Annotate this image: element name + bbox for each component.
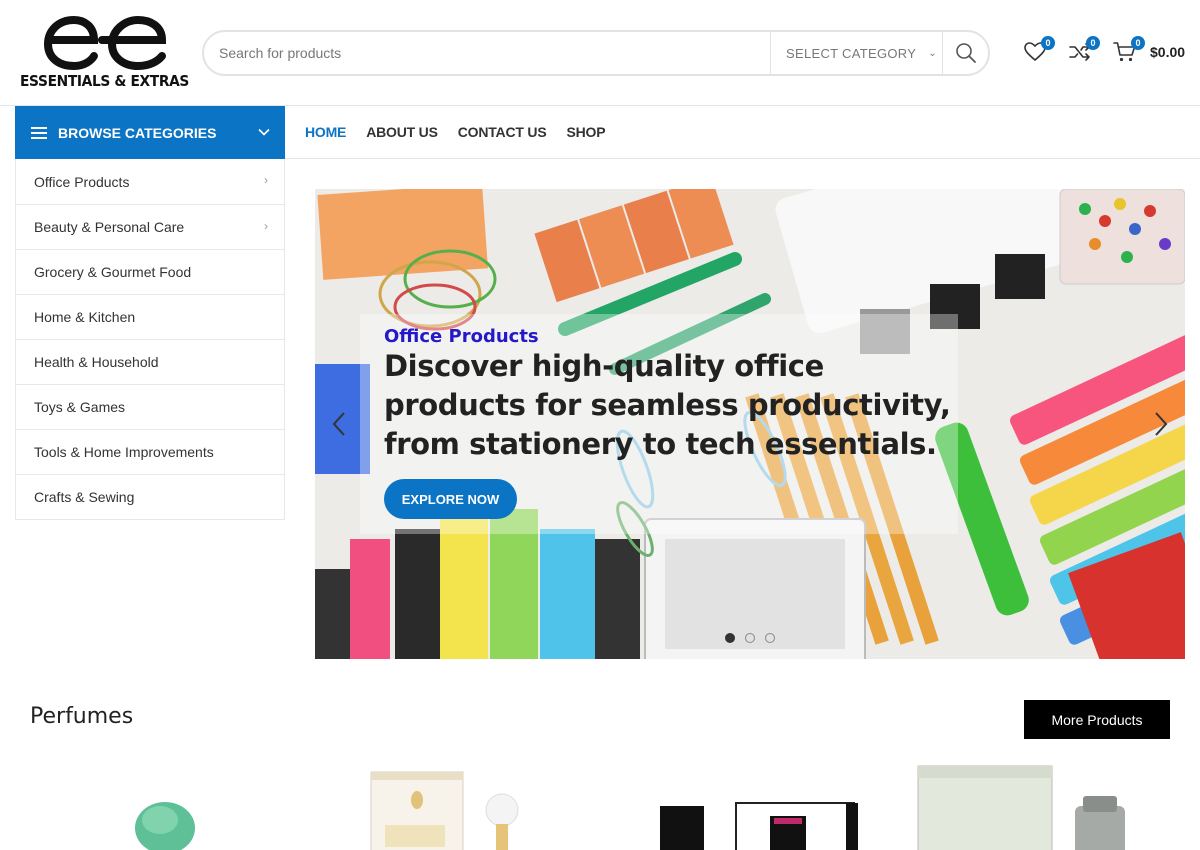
category-item-beauty-personal-care[interactable]: Beauty & Personal Care › (16, 204, 284, 249)
site-header: ESSENTIALS & EXTRAS SELECT CATEGORY ⌄ 0 … (0, 0, 1200, 106)
category-select[interactable]: SELECT CATEGORY ⌄ (770, 32, 942, 74)
section-title: Perfumes (30, 704, 134, 729)
slider-prev-button[interactable] (331, 411, 347, 441)
browse-categories-label: BROWSE CATEGORIES (58, 124, 217, 141)
chevron-right-icon (1155, 412, 1168, 436)
product-image-2[interactable] (365, 760, 545, 850)
category-item-label: Beauty & Personal Care (34, 219, 185, 235)
category-item-label: Tools & Home Improvements (34, 444, 214, 460)
slider-dot-1[interactable] (725, 633, 735, 643)
category-select-label: SELECT CATEGORY (786, 45, 917, 61)
perfume-box-image (370, 771, 519, 850)
logo-text: ESSENTIALS & EXTRAS (20, 72, 190, 90)
category-item-label: Grocery & Gourmet Food (34, 264, 192, 280)
search-bar: SELECT CATEGORY ⌄ (202, 30, 990, 76)
chevron-left-icon (332, 412, 345, 436)
cart-button[interactable]: 0 (1113, 36, 1145, 66)
category-item-label: Crafts & Sewing (34, 489, 135, 505)
perfume-box-image (660, 802, 858, 850)
slider-pagination (725, 633, 775, 643)
perfume-box-image (917, 765, 1125, 850)
category-item-home-kitchen[interactable]: Home & Kitchen (16, 294, 284, 339)
category-item-label: Toys & Games (34, 399, 126, 415)
search-button[interactable] (942, 32, 988, 74)
compare-button[interactable]: 0 (1068, 36, 1100, 66)
site-logo[interactable]: ESSENTIALS & EXTRAS (18, 16, 189, 94)
category-item-label: Home & Kitchen (34, 309, 136, 325)
perfume-bottle-image (135, 802, 195, 850)
explore-now-button[interactable]: EXPLORE NOW (384, 479, 517, 519)
nav-about-us[interactable]: ABOUT US (366, 124, 438, 140)
hero-slider: Office Products Discover high-quality of… (315, 189, 1185, 659)
nav-shop[interactable]: SHOP (566, 124, 605, 140)
nav-contact-us[interactable]: CONTACT US (458, 124, 547, 140)
cart-count-badge: 0 (1131, 36, 1145, 50)
chevron-down-icon: ⌄ (928, 47, 937, 59)
category-item-crafts-sewing[interactable]: Crafts & Sewing (16, 474, 284, 519)
category-list: Office Products › Beauty & Personal Care… (15, 159, 285, 520)
category-item-office-products[interactable]: Office Products › (16, 159, 284, 204)
category-item-toys-games[interactable]: Toys & Games (16, 384, 284, 429)
category-item-label: Health & Household (34, 354, 159, 370)
slider-next-button[interactable] (1153, 411, 1169, 441)
wishlist-count-badge: 0 (1041, 36, 1055, 50)
wishlist-button[interactable]: 0 (1023, 36, 1055, 66)
cart-total[interactable]: $0.00 (1150, 44, 1185, 60)
nav-home[interactable]: HOME (305, 124, 346, 140)
search-input[interactable] (204, 32, 770, 74)
category-item-tools-home-improvements[interactable]: Tools & Home Improvements (16, 429, 284, 474)
browse-categories-button[interactable]: BROWSE CATEGORIES (15, 106, 285, 159)
more-products-button[interactable]: More Products (1024, 700, 1170, 739)
product-image-3[interactable] (650, 760, 870, 850)
compare-count-badge: 0 (1086, 36, 1100, 50)
menu-icon (31, 124, 47, 142)
search-icon (955, 43, 976, 63)
hero-title: Discover high-quality office products fo… (384, 349, 951, 461)
chevron-right-icon: › (264, 173, 268, 187)
logo-mark (44, 16, 167, 71)
category-item-health-household[interactable]: Health & Household (16, 339, 284, 384)
main-navigation: HOME ABOUT US CONTACT US SHOP (285, 106, 1200, 159)
slider-dot-2[interactable] (745, 633, 755, 643)
product-image-1[interactable] (120, 760, 220, 850)
category-item-grocery-gourmet-food[interactable]: Grocery & Gourmet Food (16, 249, 284, 294)
product-image-4[interactable] (915, 760, 1140, 850)
slider-dot-3[interactable] (765, 633, 775, 643)
chevron-right-icon: › (264, 219, 268, 233)
category-item-label: Office Products (34, 173, 130, 190)
hero-subtitle: Office Products (384, 326, 539, 347)
chevron-down-icon (258, 128, 270, 136)
